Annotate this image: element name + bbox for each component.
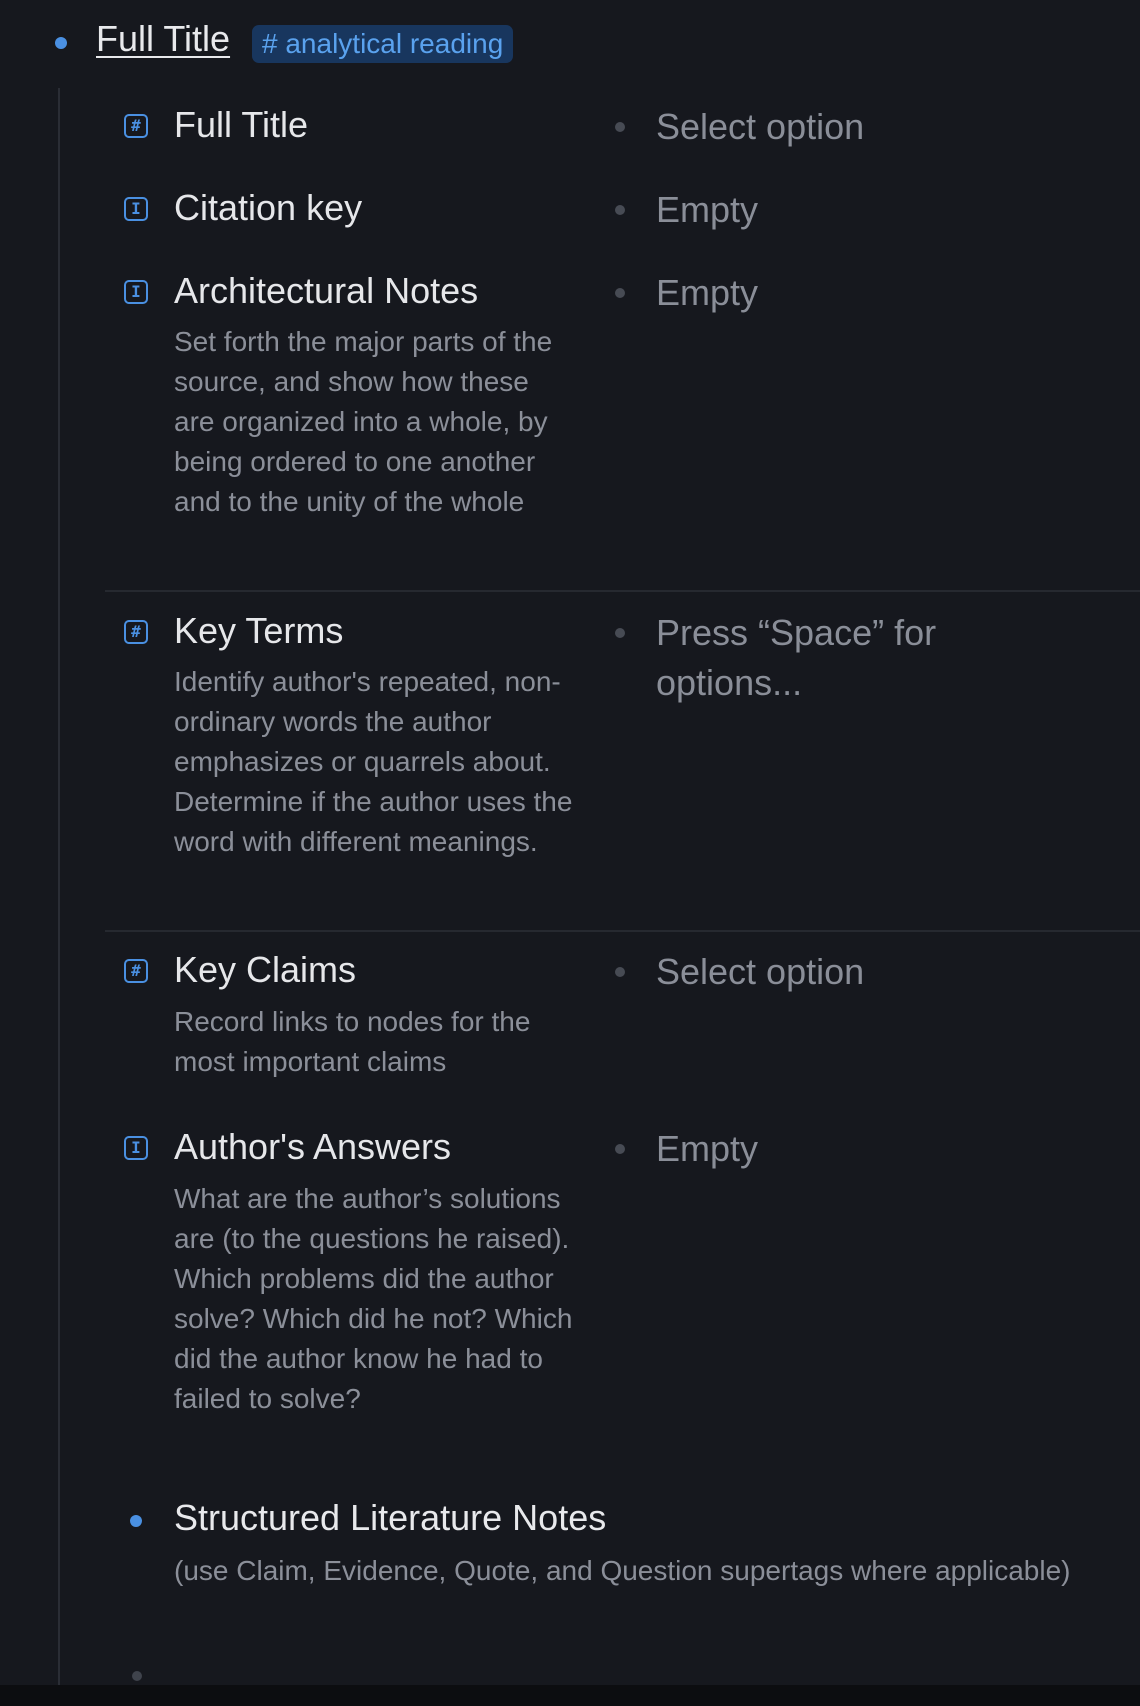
empty-child-bullet[interactable] — [132, 1671, 142, 1681]
value-bullet — [615, 205, 625, 215]
field-divider — [105, 590, 1140, 592]
value-bullet — [615, 967, 625, 977]
child-node-title[interactable]: Structured Literature Notes — [174, 1497, 606, 1539]
field-value[interactable]: Select option — [656, 947, 1036, 997]
field-value[interactable]: Empty — [656, 185, 1036, 235]
field-name[interactable]: Full Title — [174, 104, 308, 146]
text-field-icon: I — [124, 280, 148, 304]
value-bullet — [615, 628, 625, 638]
child-node-bullet[interactable] — [130, 1515, 142, 1527]
field-name[interactable]: Key Terms — [174, 610, 343, 652]
hash-icon: # — [124, 959, 148, 983]
field-name[interactable]: Key Claims — [174, 949, 356, 991]
bottom-bar — [0, 1685, 1140, 1706]
node-title[interactable]: Full Title — [96, 18, 230, 60]
field-value[interactable]: Empty — [656, 268, 1036, 318]
field-value[interactable]: Select option — [656, 102, 1036, 152]
hash-icon: # — [124, 114, 148, 138]
value-bullet — [615, 122, 625, 132]
supertag-badge[interactable]: # analytical reading — [252, 25, 514, 63]
indent-guide-line — [58, 88, 60, 1686]
field-name[interactable]: Author's Answers — [174, 1126, 451, 1168]
field-value[interactable]: Empty — [656, 1124, 1036, 1174]
node-bullet[interactable] — [55, 37, 67, 49]
field-description: Identify author's repeated, non-ordinary… — [174, 666, 573, 857]
field-divider — [105, 930, 1140, 932]
field-value-placeholder[interactable]: Press “Space” for options... — [656, 608, 1036, 708]
child-node-description: (use Claim, Evidence, Quote, and Questio… — [174, 1555, 1071, 1586]
node-row: Full Title # analytical reading — [0, 0, 1140, 86]
field-description: Record links to nodes for the most impor… — [174, 1006, 531, 1077]
value-bullet — [615, 1144, 625, 1154]
field-name[interactable]: Architectural Notes — [174, 270, 478, 312]
field-name[interactable]: Citation key — [174, 187, 362, 229]
text-field-icon: I — [124, 1136, 148, 1160]
field-description: What are the author’s solutions are (to … — [174, 1183, 573, 1414]
field-description: Set forth the major parts of the source,… — [174, 326, 553, 517]
text-field-icon: I — [124, 197, 148, 221]
hash-icon: # — [124, 620, 148, 644]
value-bullet — [615, 288, 625, 298]
